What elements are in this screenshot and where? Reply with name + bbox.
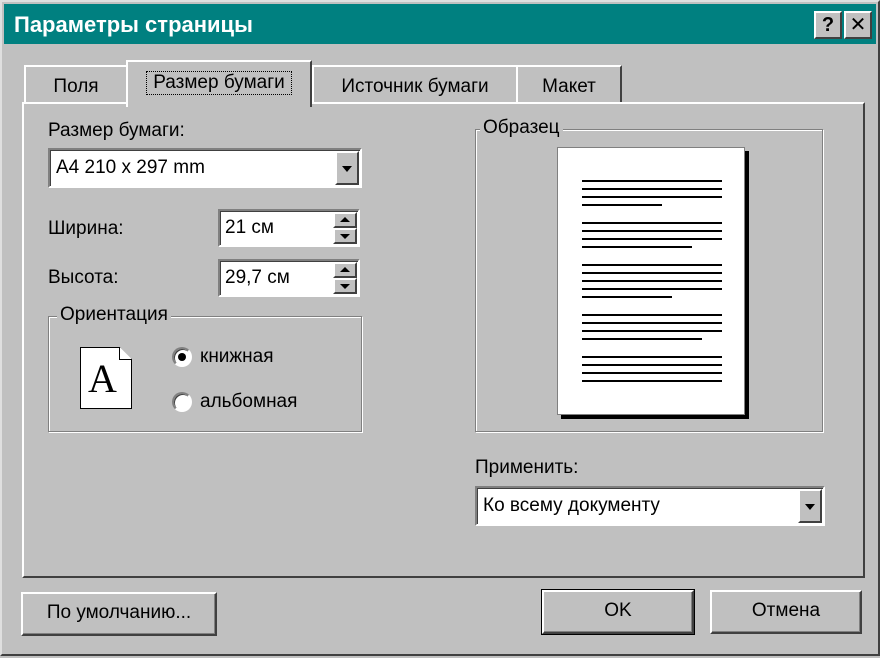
cancel-button[interactable]: Отмена — [710, 590, 862, 634]
sample-text-line — [582, 204, 662, 206]
width-value: 21 см — [225, 217, 274, 238]
apply-dropdown[interactable]: Ко всему документу — [475, 486, 825, 526]
sample-text-line — [582, 322, 722, 324]
portrait-radio[interactable] — [172, 347, 192, 367]
apply-value: Ко всему документу — [483, 495, 660, 516]
sample-text-line — [582, 364, 722, 366]
sample-text-line — [582, 288, 722, 290]
sample-text-line — [582, 188, 722, 190]
sample-text-line — [582, 356, 722, 358]
page-setup-dialog: Параметры страницы ? ✕ Поля Размер бумаг… — [0, 0, 880, 656]
chevron-down-icon[interactable] — [335, 151, 359, 185]
sample-text-line — [582, 372, 722, 374]
landscape-label[interactable]: альбомная — [200, 391, 297, 413]
height-label: Высота: — [48, 267, 119, 288]
sample-text-line — [582, 222, 722, 224]
paper-size-dropdown[interactable]: A4 210 x 297 mm — [48, 148, 362, 188]
portrait-label[interactable]: книжная — [200, 346, 273, 368]
sample-text-line — [582, 246, 692, 248]
sample-text-line — [582, 280, 722, 282]
width-decrement-icon[interactable] — [333, 228, 357, 244]
page-letter-icon: A — [88, 356, 117, 401]
ok-button[interactable]: OK — [541, 589, 695, 635]
width-label: Ширина: — [48, 218, 124, 239]
sample-text-line — [582, 180, 722, 182]
sample-page-preview — [557, 147, 745, 415]
apply-label: Применить: — [475, 457, 579, 478]
paper-size-label: Размер бумаги: — [48, 120, 185, 141]
width-increment-icon[interactable] — [333, 212, 357, 228]
chevron-down-icon[interactable] — [798, 489, 822, 523]
sample-title: Образец — [480, 117, 563, 139]
sample-text-line — [582, 314, 722, 316]
sample-text-line — [582, 196, 722, 198]
width-stepper[interactable]: 21 см — [218, 209, 360, 247]
paper-size-value: A4 210 x 297 mm — [56, 157, 205, 178]
height-stepper[interactable]: 29,7 см — [218, 259, 360, 297]
height-decrement-icon[interactable] — [333, 278, 357, 294]
sample-text-line — [582, 380, 722, 382]
sample-text-line — [582, 296, 672, 298]
orientation-title: Ориентация — [57, 304, 171, 326]
sample-text-line — [582, 238, 722, 240]
sample-text-line — [582, 330, 722, 332]
height-value: 29,7 см — [225, 267, 290, 288]
default-button[interactable]: По умолчанию... — [21, 592, 217, 636]
page-fold-icon — [119, 347, 132, 360]
sample-text-line — [582, 264, 722, 266]
height-increment-icon[interactable] — [333, 262, 357, 278]
sample-text-line — [582, 230, 722, 232]
sample-text-line — [582, 272, 722, 274]
landscape-radio[interactable] — [172, 392, 192, 412]
sample-text-line — [582, 338, 702, 340]
